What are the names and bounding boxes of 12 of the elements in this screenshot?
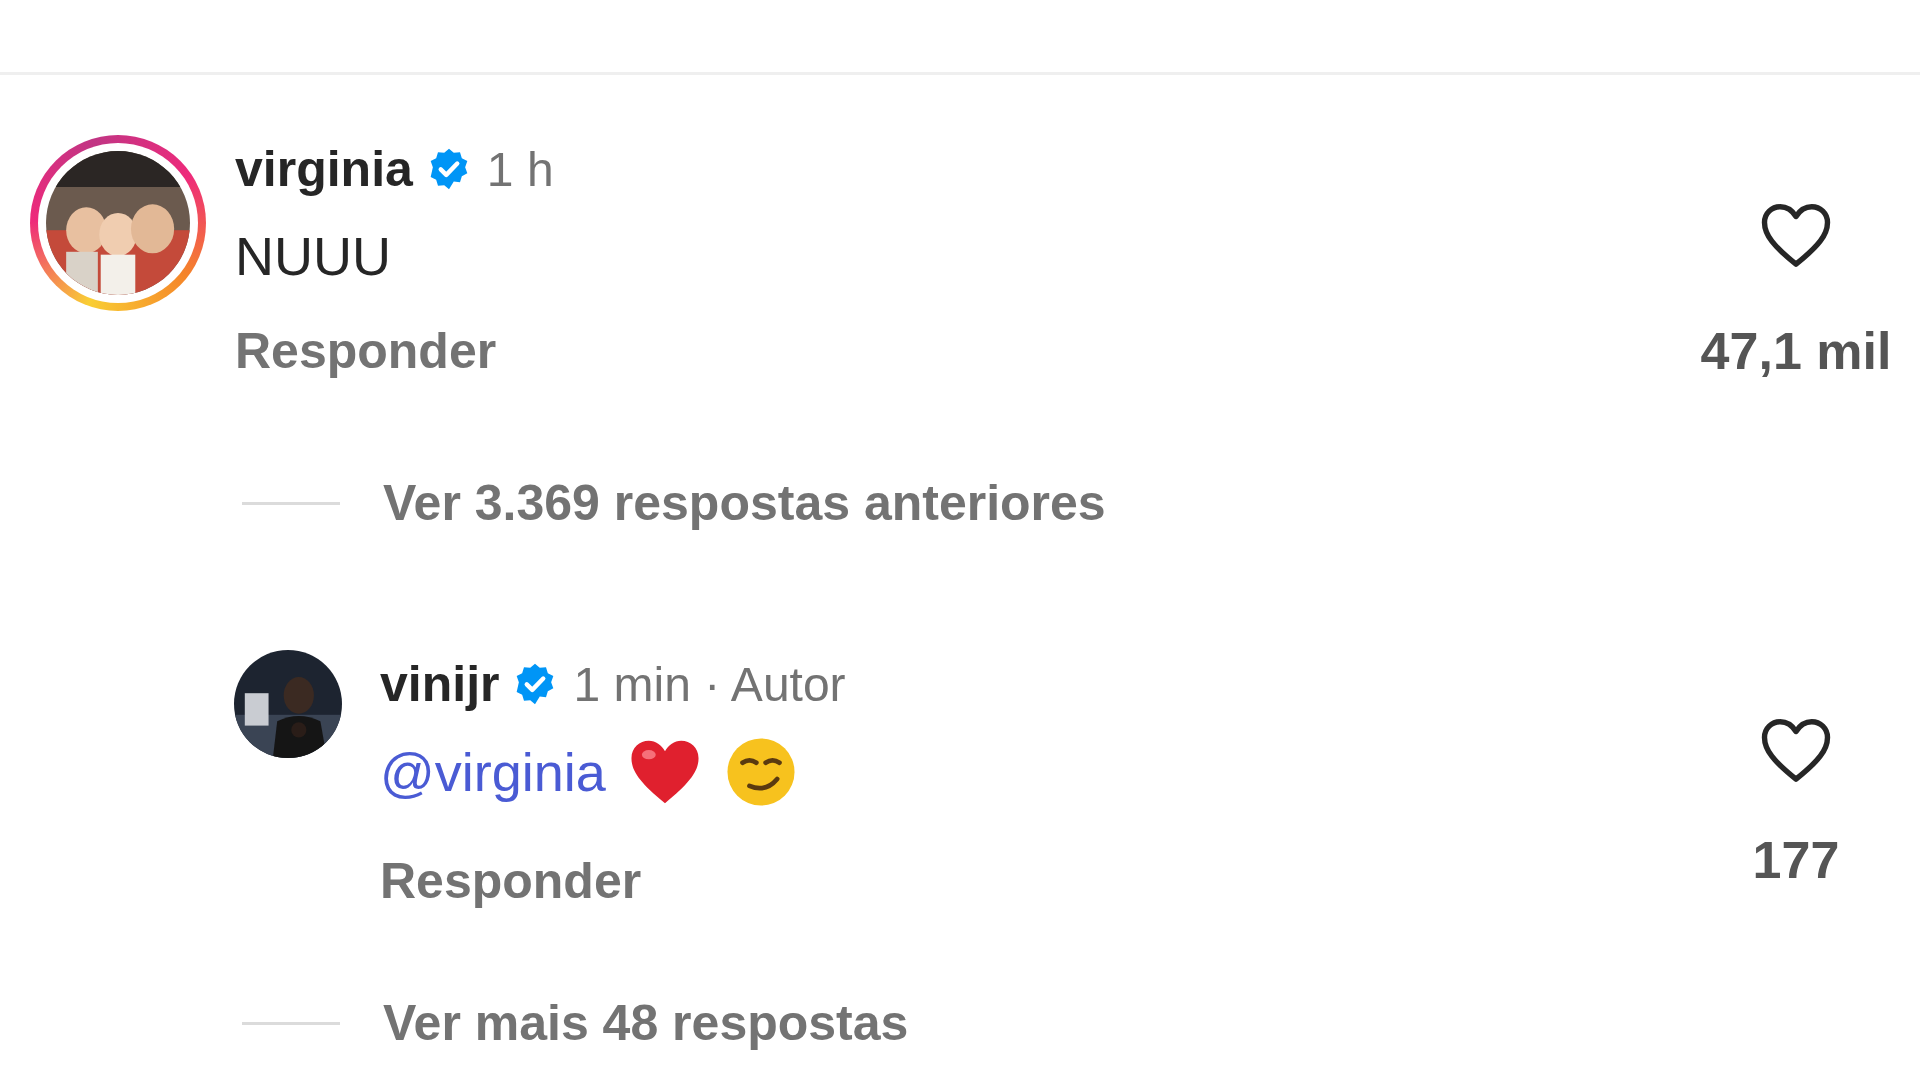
username-link[interactable]: vinijr	[380, 655, 500, 713]
view-replies-link[interactable]: Ver 3.369 respostas anteriores	[383, 474, 1106, 532]
like-count: 177	[1752, 830, 1840, 890]
comment-text: NUUU	[235, 225, 391, 287]
timestamp: 1 min · Autor	[573, 656, 846, 712]
reply-link[interactable]: Responder	[380, 852, 642, 910]
like-count: 47,1 mil	[1700, 321, 1892, 381]
mention-link[interactable]: @virginia	[380, 741, 606, 803]
reply-link[interactable]: Responder	[235, 322, 497, 380]
username-link[interactable]: virginia	[235, 140, 413, 198]
view-replies-link[interactable]: Ver mais 48 respostas	[383, 994, 909, 1052]
timestamp: 1 h	[486, 141, 554, 197]
